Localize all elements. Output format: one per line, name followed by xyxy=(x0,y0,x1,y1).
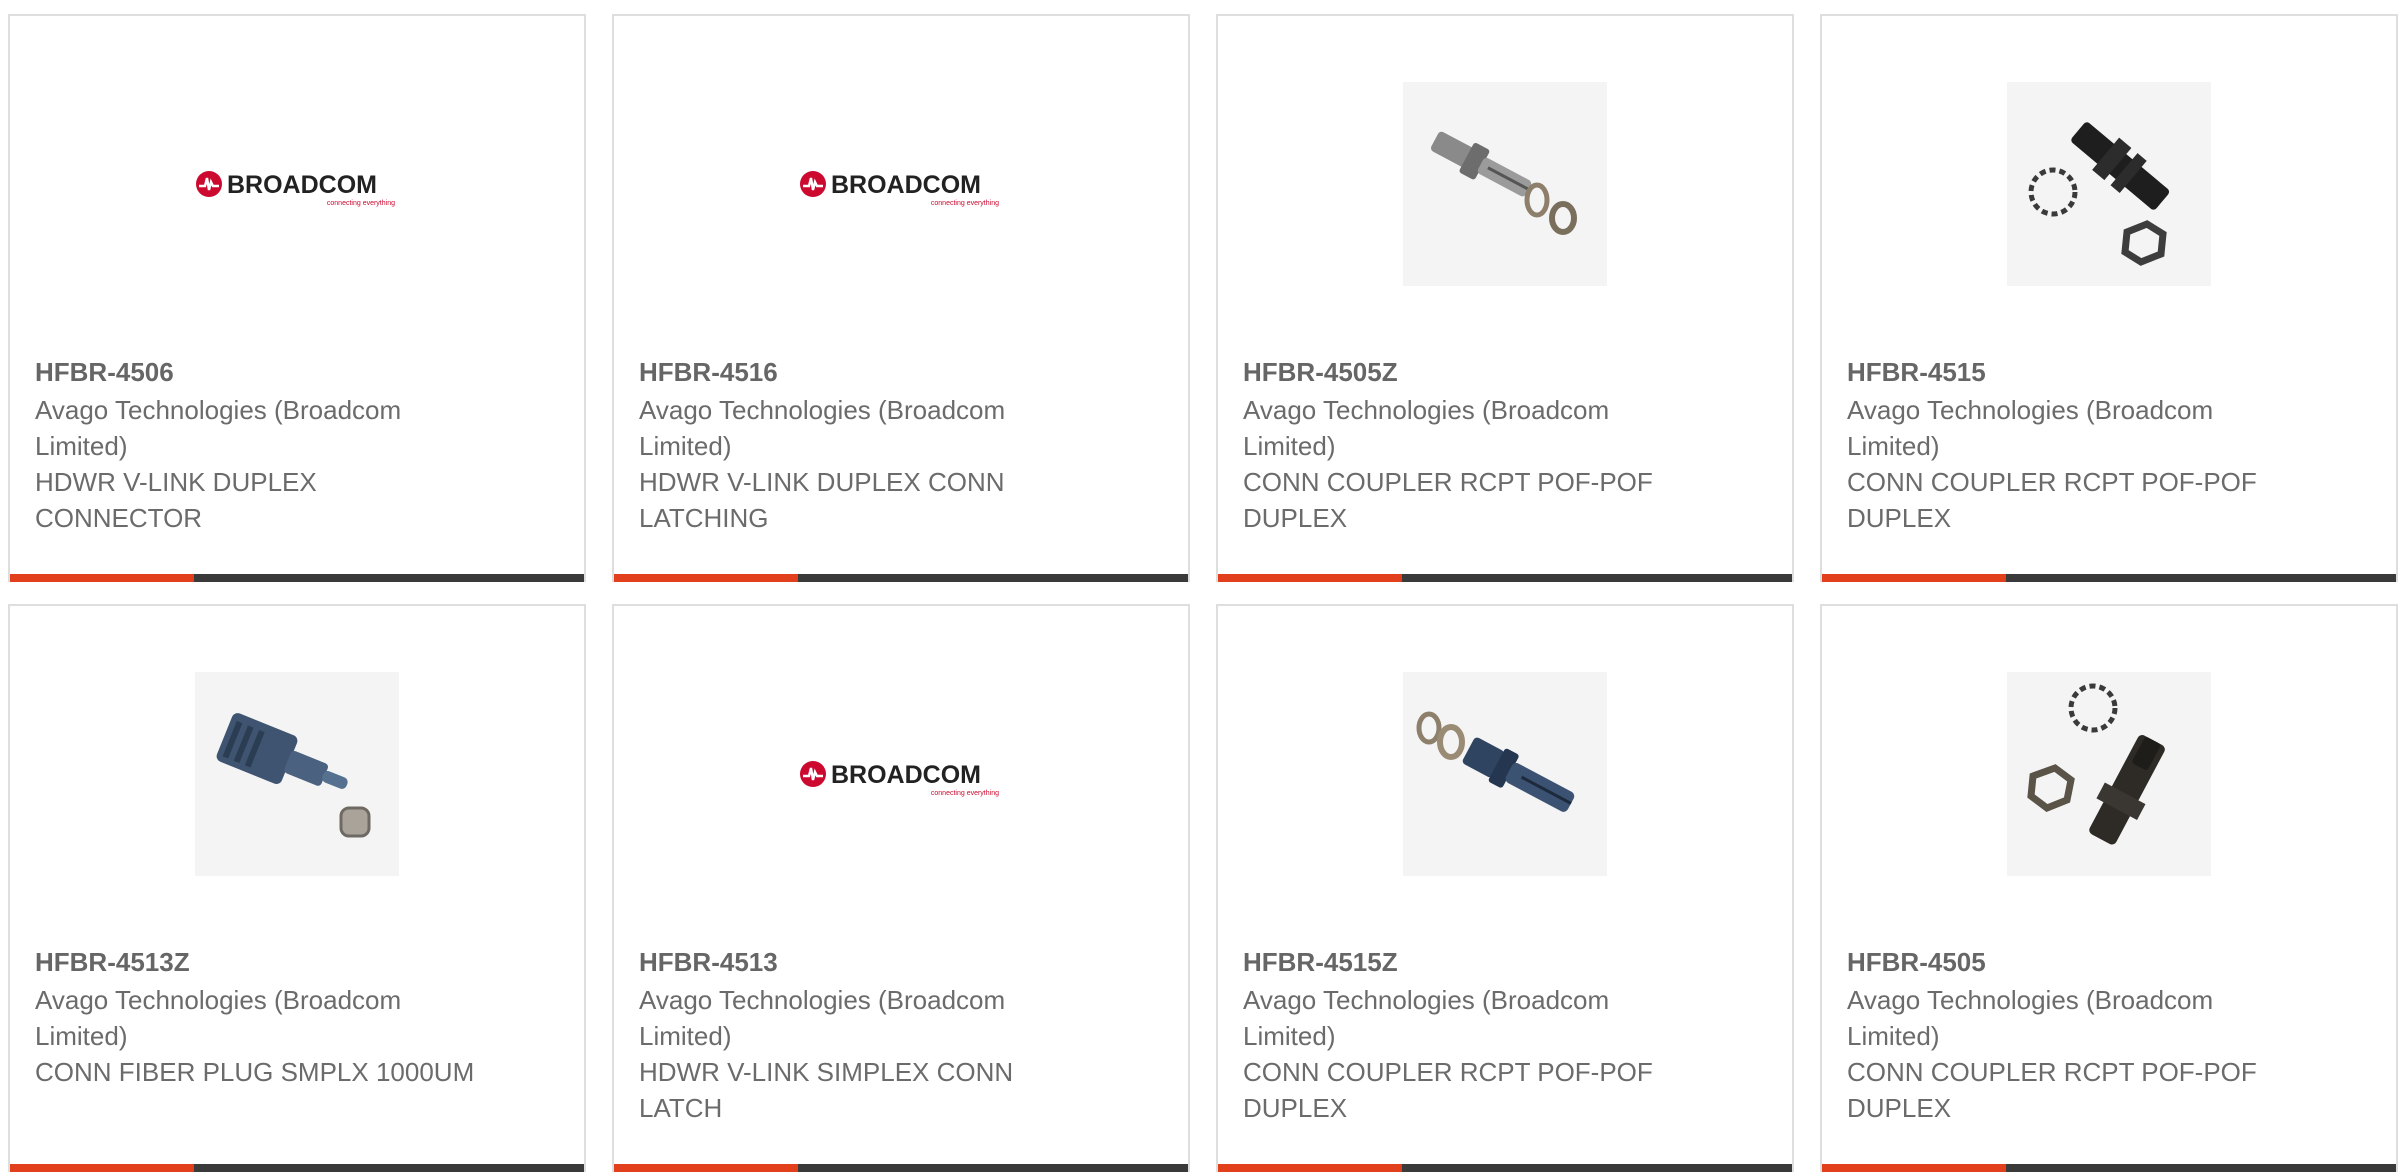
product-info: HFBR-4506 Avago Technologies (Broadcom L… xyxy=(35,354,475,536)
product-info: HFBR-4505 Avago Technologies (Broadcom L… xyxy=(1847,944,2287,1126)
svg-text:connecting everything: connecting everything xyxy=(931,790,999,797)
product-card[interactable]: BROADCOM connecting everything HFBR-4506… xyxy=(8,14,586,582)
card-footer-bar xyxy=(1822,574,2396,582)
card-footer-bar xyxy=(10,1164,584,1172)
manufacturer-label: Avago Technologies (Broadcom Limited) xyxy=(35,985,402,1051)
description-label: CONN COUPLER RCPT POF-POF DUPLEX xyxy=(1243,1057,1653,1123)
accent-bar xyxy=(1218,574,1402,582)
product-image[interactable] xyxy=(1403,82,1607,286)
card-footer-bar xyxy=(1822,1164,2396,1172)
svg-text:connecting everything: connecting everything xyxy=(327,200,395,207)
fiber-plug-photo-icon xyxy=(216,713,371,838)
product-card[interactable]: HFBR-4513Z Avago Technologies (Broadcom … xyxy=(8,604,586,1172)
product-image[interactable]: BROADCOM connecting everything xyxy=(799,82,1003,286)
svg-text:BROADCOM: BROADCOM xyxy=(831,761,981,789)
product-card[interactable]: BROADCOM connecting everything HFBR-4516… xyxy=(612,14,1190,582)
card-footer-bar xyxy=(1218,1164,1792,1172)
product-image[interactable] xyxy=(2007,82,2211,286)
manufacturer-label: Avago Technologies (Broadcom Limited) xyxy=(639,395,1006,461)
description-label: HDWR V-LINK DUPLEX CONNECTOR xyxy=(35,467,317,533)
broadcom-logo-icon: BROADCOM connecting everything xyxy=(800,171,999,207)
product-card[interactable]: HFBR-4515Z Avago Technologies (Broadcom … xyxy=(1216,604,1794,1172)
accent-bar xyxy=(10,1164,194,1172)
product-card[interactable]: HFBR-4505 Avago Technologies (Broadcom L… xyxy=(1820,604,2398,1172)
card-footer-bar xyxy=(10,574,584,582)
accent-bar xyxy=(614,574,798,582)
manufacturer-label: Avago Technologies (Broadcom Limited) xyxy=(1847,985,2214,1051)
card-footer-bar xyxy=(614,1164,1188,1172)
accent-bar xyxy=(10,574,194,582)
accent-bar xyxy=(1822,574,2006,582)
dark-coupler-photo-icon xyxy=(2027,683,2165,845)
product-info: HFBR-4505Z Avago Technologies (Broadcom … xyxy=(1243,354,1683,536)
description-label: CONN COUPLER RCPT POF-POF DUPLEX xyxy=(1243,467,1653,533)
part-number-link[interactable]: HFBR-4513 xyxy=(639,944,1079,980)
description-label: CONN COUPLER RCPT POF-POF DUPLEX xyxy=(1847,1057,2257,1123)
accent-bar xyxy=(614,1164,798,1172)
product-card[interactable]: HFBR-4505Z Avago Technologies (Broadcom … xyxy=(1216,14,1794,582)
description-label: CONN FIBER PLUG SMPLX 1000UM xyxy=(35,1057,475,1087)
description-label: CONN COUPLER RCPT POF-POF DUPLEX xyxy=(1847,467,2257,533)
part-number-link[interactable]: HFBR-4505 xyxy=(1847,944,2287,980)
part-number-link[interactable]: HFBR-4506 xyxy=(35,354,475,390)
part-number-link[interactable]: HFBR-4516 xyxy=(639,354,1079,390)
product-card[interactable]: HFBR-4515 Avago Technologies (Broadcom L… xyxy=(1820,14,2398,582)
product-image[interactable] xyxy=(195,672,399,876)
manufacturer-label: Avago Technologies (Broadcom Limited) xyxy=(1847,395,2214,461)
product-info: HFBR-4515 Avago Technologies (Broadcom L… xyxy=(1847,354,2287,536)
product-image[interactable]: BROADCOM connecting everything xyxy=(799,672,1003,876)
part-number-link[interactable]: HFBR-4515Z xyxy=(1243,944,1683,980)
card-footer-bar xyxy=(614,574,1188,582)
product-image[interactable]: BROADCOM connecting everything xyxy=(195,82,399,286)
card-footer-bar xyxy=(1218,574,1792,582)
product-grid: BROADCOM connecting everything HFBR-4506… xyxy=(8,14,2398,1172)
svg-text:BROADCOM: BROADCOM xyxy=(831,171,981,199)
product-info: HFBR-4513 Avago Technologies (Broadcom L… xyxy=(639,944,1079,1126)
part-number-link[interactable]: HFBR-4515 xyxy=(1847,354,2287,390)
accent-bar xyxy=(1822,1164,2006,1172)
gray-coupler-photo-icon xyxy=(1430,131,1577,235)
description-label: HDWR V-LINK SIMPLEX CONN LATCH xyxy=(639,1057,1014,1123)
broadcom-logo-icon: BROADCOM connecting everything xyxy=(196,171,395,207)
product-info: HFBR-4516 Avago Technologies (Broadcom L… xyxy=(639,354,1079,536)
svg-text:BROADCOM: BROADCOM xyxy=(227,171,377,199)
manufacturer-label: Avago Technologies (Broadcom Limited) xyxy=(1243,985,1610,1051)
description-label: HDWR V-LINK DUPLEX CONN LATCHING xyxy=(639,467,1005,533)
product-image[interactable] xyxy=(1403,672,1607,876)
black-coupler-photo-icon xyxy=(2028,122,2170,266)
blue-coupler-photo-icon xyxy=(1416,711,1575,812)
svg-text:connecting everything: connecting everything xyxy=(931,200,999,207)
product-image[interactable] xyxy=(2007,672,2211,876)
manufacturer-label: Avago Technologies (Broadcom Limited) xyxy=(639,985,1006,1051)
broadcom-logo-icon: BROADCOM connecting everything xyxy=(800,761,999,797)
part-number-link[interactable]: HFBR-4513Z xyxy=(35,944,475,980)
product-info: HFBR-4515Z Avago Technologies (Broadcom … xyxy=(1243,944,1683,1126)
product-info: HFBR-4513Z Avago Technologies (Broadcom … xyxy=(35,944,475,1090)
manufacturer-label: Avago Technologies (Broadcom Limited) xyxy=(1243,395,1610,461)
accent-bar xyxy=(1218,1164,1402,1172)
product-card[interactable]: BROADCOM connecting everything HFBR-4513… xyxy=(612,604,1190,1172)
part-number-link[interactable]: HFBR-4505Z xyxy=(1243,354,1683,390)
manufacturer-label: Avago Technologies (Broadcom Limited) xyxy=(35,395,402,461)
